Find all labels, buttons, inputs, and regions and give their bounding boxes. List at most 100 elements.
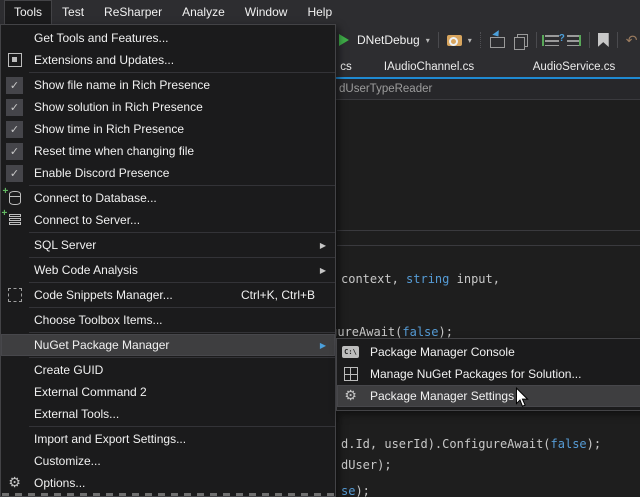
chevron-down-icon: ▾ [468,36,472,45]
code-line: context, string input, [341,272,500,286]
menu-item-external-tools[interactable]: External Tools... [1,403,335,425]
menu-item-reset-time-when-changing-file[interactable]: ✓Reset time when changing file [1,140,335,162]
menu-item-label: Package Manager Settings [370,389,514,403]
menu-item-label: Web Code Analysis [34,263,138,277]
menu-item-label: Import and Export Settings... [34,432,186,446]
menu-item-connect-to-database[interactable]: +Connect to Database... [1,187,335,209]
tools-menu: Get Tools and Features... Extensions and … [0,24,336,497]
menu-item-show-file-name-in-rich-presence[interactable]: ✓ Show file name in Rich Presence [1,74,335,96]
icon-cell [1,288,28,302]
menu-item-label: External Tools... [34,407,119,421]
checkmark-cell: ✓ [1,165,28,182]
format-indent-q-button[interactable] [567,35,581,46]
breadcrumb-text: dUserTypeReader [339,83,432,95]
menu-item-customize[interactable]: Customize... [1,450,335,472]
menu-item-label: Extensions and Updates... [34,53,174,67]
menu-item-sql-server[interactable]: SQL Server ▶ [1,234,335,256]
icon-cell: + [1,214,28,227]
menu-item-extensions-and-updates[interactable]: Extensions and Updates... [1,49,335,71]
database-icon: + [9,191,21,205]
toolbar-separator [589,32,590,48]
run-config-dropdown[interactable]: DNetDebug ▾ [357,33,430,47]
solution-sync-button[interactable]: ▾ [447,35,472,46]
editor-divider [337,245,640,246]
menu-item-connect-to-server[interactable]: + Connect to Server... [1,209,335,231]
gear-icon: ⚙ [8,476,21,490]
tab-cs[interactable]: cs [334,56,358,77]
toolbar-separator [617,32,618,48]
menu-item-web-code-analysis[interactable]: Web Code Analysis ▶ [1,259,335,281]
menu-item-package-manager-settings[interactable]: ⚙ Package Manager Settings [337,385,640,407]
navigate-to-button[interactable] [490,33,505,48]
menubar-item-tools[interactable]: Tools [4,0,52,24]
menubar-item-help[interactable]: Help [297,0,342,24]
menu-item-code-snippets-manager[interactable]: Code Snippets Manager...Ctrl+K, Ctrl+B [1,284,335,306]
mouse-cursor [515,387,529,408]
menu-item-package-manager-console[interactable]: C:\Package Manager Console [337,341,640,363]
icon-cell [337,367,364,381]
toolbar-separator [438,32,439,48]
menubar-item-resharper[interactable]: ReSharper [94,0,172,24]
menu-item-label: NuGet Package Manager [34,338,169,352]
toolbar-separator [536,32,537,48]
chevron-down-icon: ▾ [426,36,430,45]
menu-item-label: Manage NuGet Packages for Solution... [370,367,581,381]
menu-item-label: External Command 2 [34,385,147,399]
check-icon: ✓ [6,99,23,116]
menu-item-label: Customize... [34,454,101,468]
menu-item-label: Connect to Server... [34,213,140,227]
icon-cell: ⚙ [337,389,364,403]
tab-audioservice-cs[interactable]: AudioService.cs [510,56,638,77]
menubar-item-test[interactable]: Test [52,0,94,24]
menubar-item-analyze[interactable]: Analyze [172,0,235,24]
server-icon: + [9,214,21,227]
undo-button[interactable]: ↶ [626,33,638,47]
menu-item-enable-discord-presence[interactable]: ✓ Enable Discord Presence [1,162,335,184]
menu-item-show-solution-in-rich-presence[interactable]: ✓Show solution in Rich Presence [1,96,335,118]
editor-divider [337,230,640,231]
menu-item-show-time-in-rich-presence[interactable]: ✓Show time in Rich Presence [1,118,335,140]
menu-item-label: Show file name in Rich Presence [34,78,210,92]
add-badge-icon: + [2,208,8,219]
run-icon [339,34,349,46]
bookmark-button[interactable] [598,33,609,47]
menu-item-nuget-package-manager[interactable]: NuGet Package Manager ▶ [1,334,335,356]
submenu-arrow-icon: ▶ [320,266,326,275]
check-icon: ✓ [6,77,23,94]
navigate-to-icon [490,37,505,48]
menu-item-import-and-export-settings[interactable]: Import and Export Settings... [1,428,335,450]
icon-cell: C:\ [337,346,364,358]
check-icon: ✓ [6,165,23,182]
icon-cell: ⚙ [1,476,28,490]
gear-icon: ⚙ [344,389,357,403]
icon-cell [1,53,28,67]
toolbar-separator [480,32,482,48]
menu-item-label: SQL Server [34,238,96,252]
menu-item-label: Options... [34,476,85,490]
tab-iaudiochannel-cs[interactable]: IAudioChannel.cs [363,56,495,77]
console-icon: C:\ [342,346,359,358]
menu-item-choose-toolbox-items[interactable]: Choose Toolbox Items... [1,309,335,331]
undo-icon: ↶ [626,33,638,47]
menu-item-manage-nuget-packages-for-solution[interactable]: Manage NuGet Packages for Solution... [337,363,640,385]
menu-item-label: Enable Discord Presence [34,166,169,180]
run-button[interactable] [339,34,349,46]
snippets-icon [8,288,22,302]
nuget-submenu: C:\Package Manager Console Manage NuGet P… [336,338,640,411]
checkmark-cell: ✓ [1,99,28,116]
menubar-item-window[interactable]: Window [235,0,298,24]
run-config-label: DNetDebug [357,33,420,47]
menu-item-external-command-2[interactable]: External Command 2 [1,381,335,403]
menu-item-get-tools-and-features[interactable]: Get Tools and Features... [1,27,335,49]
copy-lines-button[interactable] [513,34,528,47]
add-badge-icon: + [3,186,9,197]
format-indent-button[interactable] [545,35,559,46]
extensions-icon [8,53,22,67]
submenu-arrow-icon: ▶ [320,341,326,350]
submenu-arrow-icon: ▶ [320,241,326,250]
solution-sync-icon [447,35,462,46]
menu-item-options[interactable]: ⚙ Options... [1,472,335,494]
menu-bar: ToolsTestReSharperAnalyzeWindowHelp [0,0,640,24]
menu-item-create-guid[interactable]: Create GUID [1,359,335,381]
checkmark-cell: ✓ [1,121,28,138]
